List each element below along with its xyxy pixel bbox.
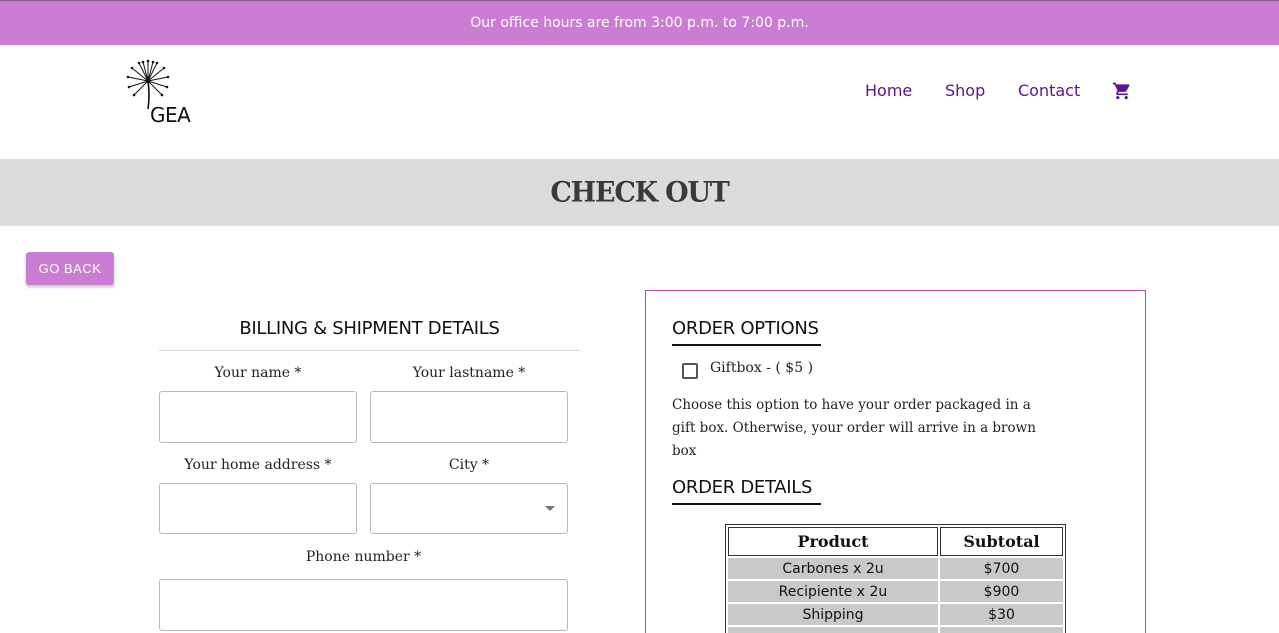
city-select[interactable] <box>370 483 568 534</box>
subtotal-cell: $30 <box>940 604 1063 625</box>
product-cell: Shipping <box>728 604 938 625</box>
order-details-table: Product Subtotal Carbones x 2u $700 Reci… <box>725 524 1066 633</box>
giftbox-checkbox[interactable] <box>682 363 698 379</box>
city-label: City * <box>448 457 490 473</box>
order-details-title: ORDER DETAILS <box>672 477 813 498</box>
nav-home-link[interactable]: Home <box>865 81 912 100</box>
giftbox-label[interactable]: Giftbox - ( $5 ) <box>710 360 813 376</box>
table-header-row: Product Subtotal <box>728 527 1063 556</box>
page-title-band: CHECK OUT <box>0 159 1279 226</box>
address-label: Your home address * <box>184 457 332 473</box>
go-back-button[interactable]: GO BACK <box>26 252 114 285</box>
table-row: Recipiente x 2u $900 <box>728 581 1063 602</box>
nav-shop-link[interactable]: Shop <box>945 81 985 100</box>
table-row <box>728 627 1063 633</box>
subtotal-cell: $700 <box>940 558 1063 579</box>
shopping-cart-icon[interactable] <box>1112 81 1132 101</box>
site-header: GEA Home Shop Contact <box>0 45 1279 159</box>
subtotal-cell: $900 <box>940 581 1063 602</box>
announcement-text: Our office hours are from 3:00 p.m. to 7… <box>470 15 809 31</box>
name-input[interactable] <box>159 391 357 443</box>
order-details-underline <box>672 503 821 505</box>
product-cell: Carbones x 2u <box>728 558 938 579</box>
billing-section-title: BILLING & SHIPMENT DETAILS <box>239 318 500 339</box>
table-row: Shipping $30 <box>728 604 1063 625</box>
lastname-label: Your lastname * <box>412 365 526 381</box>
order-options-underline <box>672 344 821 346</box>
column-header-product: Product <box>728 527 938 556</box>
table-row: Carbones x 2u $700 <box>728 558 1063 579</box>
page-title: CHECK OUT <box>550 176 729 209</box>
phone-label: Phone number * <box>305 549 422 565</box>
brand-logo-text: GEA <box>150 103 191 127</box>
product-cell: Recipiente x 2u <box>728 581 938 602</box>
subtotal-cell <box>940 627 1063 633</box>
nav-contact-link[interactable]: Contact <box>1018 81 1080 100</box>
billing-divider <box>159 350 580 351</box>
column-header-subtotal: Subtotal <box>940 527 1063 556</box>
brand-logo[interactable]: GEA <box>126 59 198 127</box>
product-cell <box>728 627 938 633</box>
order-options-title: ORDER OPTIONS <box>672 318 819 339</box>
phone-input[interactable] <box>159 579 568 631</box>
chevron-down-icon <box>545 506 555 511</box>
lastname-input[interactable] <box>370 391 568 443</box>
address-input[interactable] <box>159 483 357 534</box>
name-label: Your name * <box>214 365 302 381</box>
giftbox-description: Choose this option to have your order pa… <box>672 397 1036 459</box>
announcement-bar: Our office hours are from 3:00 p.m. to 7… <box>0 0 1279 45</box>
